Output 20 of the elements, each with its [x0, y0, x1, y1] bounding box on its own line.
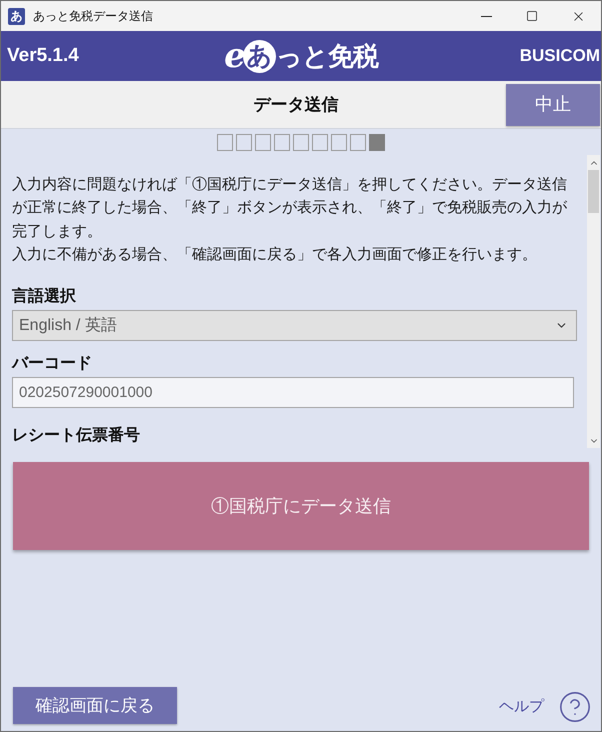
field-label: バーコード — [12, 354, 92, 374]
brand-logo: eあ っと免税 — [224, 39, 378, 73]
language-dropdown[interactable]: English / 英語 — [12, 310, 577, 342]
company-label: BUSICOM — [520, 45, 601, 68]
maximize-icon — [526, 10, 538, 22]
window-title: あっと免税データ送信 — [33, 8, 153, 25]
instruction-text: 入力内容に問題なければ「①国税庁にデータ送信」を押してください。データ送信が正常に終了した場合、「終了」ボタンが表示され、「終了」で免税販売の入力が完了します。 — [12, 175, 568, 242]
version-label: Ver5.1.4 — [6, 44, 79, 68]
field-label: レシート伝票番号 — [12, 426, 140, 446]
cancel-button[interactable]: 中止 — [506, 84, 600, 126]
back-button[interactable]: 確認画面に戻る — [13, 687, 177, 724]
help-link[interactable]: ヘルプ — [499, 696, 544, 718]
barcode-input[interactable]: 0202507290001000 — [12, 377, 574, 408]
app-icon: あ — [8, 8, 25, 24]
field-label: 言語選択 — [12, 286, 76, 308]
page-title: データ送信 — [254, 94, 338, 116]
send-data-button[interactable]: ①国税庁にデータ送信 — [13, 462, 589, 550]
scroll-thumb[interactable] — [588, 170, 599, 213]
help-icon[interactable] — [558, 690, 592, 724]
instruction-text: 入力に不備がある場合、「確認画面に戻る」で各入力画面で修正を行います。 — [12, 244, 538, 265]
